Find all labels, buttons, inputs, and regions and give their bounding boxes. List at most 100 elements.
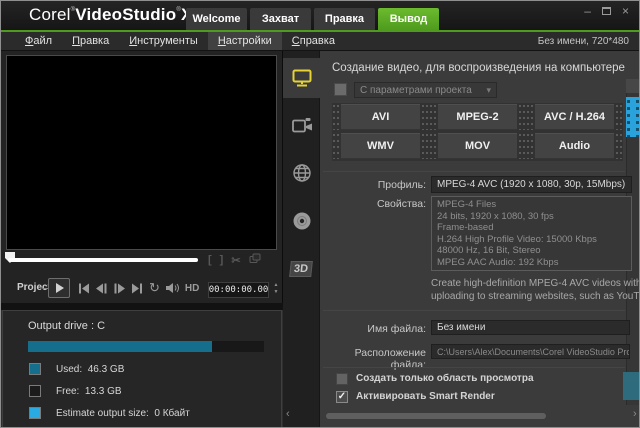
free-value: 13.3 GB: [85, 386, 122, 397]
checkbox-smart-render[interactable]: ✓: [336, 391, 348, 403]
tab-edit[interactable]: Правка: [314, 8, 375, 30]
used-label: Used: 46.3 GB: [56, 364, 124, 375]
minimize-icon[interactable]: –: [584, 6, 591, 16]
format-button-wmv[interactable]: WMV: [341, 133, 420, 159]
timecode-display[interactable]: 00:00:00.00: [208, 282, 269, 298]
scroll-right-icon[interactable]: ›: [633, 409, 637, 420]
format-button-audio[interactable]: Audio: [535, 133, 614, 159]
checkbox-preview-range-only[interactable]: [336, 373, 348, 385]
project-params-dropdown[interactable]: С параметрами проекта ▾: [354, 82, 497, 98]
sidebar-item-web[interactable]: [283, 153, 320, 193]
output-drive-title: Output drive : C: [28, 320, 105, 332]
sidebar-item-computer[interactable]: [283, 58, 320, 98]
start-button-partial[interactable]: [623, 372, 640, 400]
format-button-mpeg2[interactable]: MPEG-2: [438, 104, 517, 130]
check-icon: ✓: [338, 391, 346, 402]
go-to-start-icon[interactable]: [77, 283, 90, 294]
profile-field[interactable]: MPEG-4 AVC (1920 x 1080, 30p, 15Mbps): [431, 176, 632, 193]
format-cell: MOV: [429, 132, 526, 161]
horizontal-scrollbar-thumb[interactable]: [326, 413, 546, 419]
sidebar-item-3d[interactable]: 3D: [283, 249, 320, 289]
scissors-icon[interactable]: ✂: [231, 254, 240, 267]
used-value: 46.3 GB: [88, 364, 125, 375]
preview-screen: [6, 55, 277, 250]
section-separator: [323, 367, 625, 368]
smart-render-label: Активировать Smart Render: [356, 391, 495, 402]
menu-edit[interactable]: Правка: [62, 32, 119, 50]
format-button-avi[interactable]: AVI: [341, 104, 420, 130]
menu-settings-key: Н: [218, 35, 226, 47]
project-params-value: С параметрами проекта: [360, 85, 472, 96]
previous-frame-icon[interactable]: [95, 283, 108, 294]
titlebar: Corel®VideoStudio®X10 Welcome Захват Пра…: [1, 1, 639, 32]
disc-icon: [292, 211, 312, 231]
duplicate-icon[interactable]: [249, 253, 261, 267]
trim-toolbar: [ ] ✂: [208, 253, 261, 267]
output-drive-panel: Output drive : C Used: 46.3 GB Free: 13.…: [2, 310, 282, 428]
menu-help[interactable]: Справка: [282, 32, 345, 50]
menu-help-rest: правка: [300, 35, 335, 47]
mark-out-icon[interactable]: ]: [220, 254, 224, 266]
logo-product: VideoStudio: [75, 5, 176, 24]
tab-welcome[interactable]: Welcome: [186, 8, 247, 30]
sidebar-item-disc[interactable]: [283, 201, 320, 241]
menu-file-rest: айл: [33, 35, 52, 47]
location-field[interactable]: C:\Users\Alex\Documents\Corel VideoStudi…: [431, 344, 630, 359]
tab-capture[interactable]: Захват: [250, 8, 311, 30]
vertical-scrollbar-top-button[interactable]: [626, 79, 640, 93]
corel-logo: Corel®VideoStudio®X10: [29, 5, 212, 25]
format-grid: AVI MPEG-2 AVC / H.264 WMV MOV Audio: [332, 103, 623, 161]
estimate-swatch: [29, 407, 41, 419]
menu-file[interactable]: Файл: [15, 32, 62, 50]
description-line1: Create high-definition MPEG-4 AVC videos…: [431, 277, 640, 290]
format-button-mov[interactable]: MOV: [438, 133, 517, 159]
step-tabs: Welcome Захват Правка Вывод: [186, 8, 439, 30]
format-cell: WMV: [332, 132, 429, 161]
free-label: Free: 13.3 GB: [56, 386, 122, 397]
sidebar-item-device[interactable]: [283, 106, 320, 146]
play-button[interactable]: [48, 278, 70, 298]
properties-box[interactable]: MPEG-4 Files 24 bits, 1920 x 1080, 30 fp…: [431, 196, 632, 271]
scrub-bar[interactable]: [8, 258, 198, 262]
scroll-left-icon[interactable]: ‹: [286, 409, 290, 420]
legend-used-row: Used: 46.3 GB: [29, 363, 124, 375]
format-button-avc-h264[interactable]: AVC / H.264: [535, 104, 614, 130]
close-icon[interactable]: ×: [622, 6, 629, 16]
drive-usage-fill: [28, 341, 212, 352]
legend-free-row: Free: 13.3 GB: [29, 385, 122, 397]
spinner-up-icon[interactable]: ▲: [272, 282, 280, 289]
menu-tools-key: И: [129, 35, 137, 47]
next-frame-icon[interactable]: [113, 283, 126, 294]
menu-settings-rest: астройки: [226, 35, 272, 47]
timecode-spinner[interactable]: ▲ ▼: [272, 282, 280, 298]
play-icon: [55, 283, 64, 293]
section-separator: [323, 310, 625, 311]
menu-settings[interactable]: Настройки: [208, 32, 282, 50]
tab-share[interactable]: Вывод: [378, 8, 439, 30]
globe-icon: [292, 163, 312, 183]
profile-label: Профиль:: [323, 179, 426, 191]
format-cell: AVC / H.264: [526, 103, 623, 132]
mark-in-icon[interactable]: [: [208, 254, 212, 266]
go-to-end-icon[interactable]: [131, 283, 144, 294]
menu-items: Файл Правка Инструменты Настройки Справк…: [1, 32, 345, 50]
volume-icon[interactable]: [165, 282, 180, 294]
hd-toggle[interactable]: HD: [185, 283, 199, 294]
film-scroll-thumb[interactable]: [626, 97, 640, 137]
menubar: Файл Правка Инструменты Настройки Справк…: [1, 32, 639, 51]
spinner-down-icon[interactable]: ▼: [272, 289, 280, 296]
section-separator: [323, 171, 625, 172]
format-cell: AVI: [332, 103, 429, 132]
legend-estimate-row: Estimate output size: 0 Кбайт: [29, 407, 190, 419]
transport-controls: ↻ HD: [77, 279, 199, 297]
menu-tools[interactable]: Инструменты: [119, 32, 208, 50]
project-params-checkbox[interactable]: [334, 83, 347, 96]
repeat-icon[interactable]: ↻: [149, 282, 160, 294]
filename-field[interactable]: Без имени: [431, 320, 630, 335]
logo-brand: Corel: [29, 5, 71, 24]
format-cell: MPEG-2: [429, 103, 526, 132]
drive-usage-bar: [28, 341, 264, 352]
estimate-value: 0 Кбайт: [154, 408, 189, 419]
device-icon: [291, 117, 313, 135]
maximize-icon[interactable]: [602, 7, 611, 15]
